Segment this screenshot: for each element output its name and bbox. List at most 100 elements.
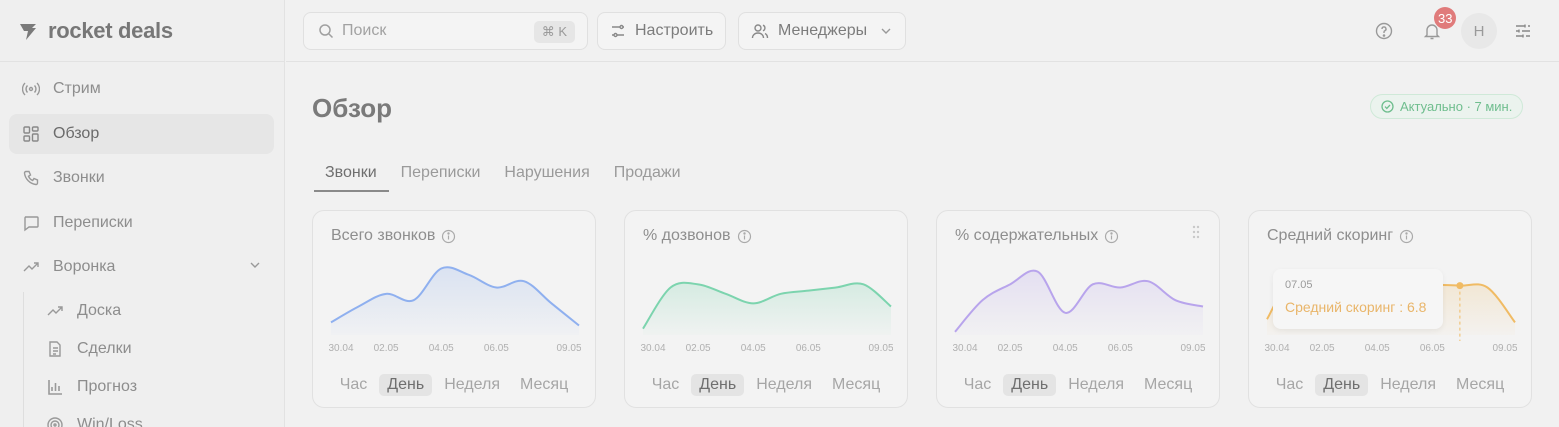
help-icon[interactable]	[1374, 21, 1394, 41]
avatar[interactable]: Н	[1461, 13, 1497, 49]
rocket-logo-icon	[20, 23, 36, 40]
series-area	[643, 282, 891, 335]
tab-sales[interactable]: Продажи	[601, 153, 694, 192]
search-icon	[318, 23, 334, 39]
card-title: % дозвонов	[643, 227, 752, 245]
metric-card-avg-scoring: Средний скоринг 30.04 02.05 04.05 06.05 09.0…	[1248, 210, 1532, 408]
sidebar-item-overview[interactable]: Обзор	[9, 113, 274, 154]
x-tick-label: 06.05	[1420, 343, 1445, 354]
x-tick-label: 02.05	[998, 343, 1023, 354]
range-month[interactable]: Месяц	[512, 374, 576, 396]
sidebar-subitem-deals[interactable]: Сделки	[24, 330, 284, 368]
range-week[interactable]: Неделя	[748, 374, 820, 396]
chat-icon	[22, 214, 40, 232]
x-tick-label: 30.04	[953, 343, 978, 354]
range-month[interactable]: Месяц	[1136, 374, 1200, 396]
chart-tooltip: 07.05 Средний скоринг : 6.8	[1273, 269, 1443, 329]
logo[interactable]: rocket deals	[0, 0, 284, 62]
document-icon	[46, 340, 64, 358]
card-title-text: % дозвонов	[643, 227, 731, 244]
tab-chats[interactable]: Переписки	[388, 153, 494, 192]
managers-label: Менеджеры	[778, 22, 868, 39]
bar-chart-icon	[46, 378, 64, 396]
sidebar-subitem-winloss[interactable]: Win/Loss	[24, 406, 284, 427]
drag-handle-icon[interactable]	[1191, 225, 1201, 239]
range-week[interactable]: Неделя	[1060, 374, 1132, 396]
x-tick-label: 02.05	[686, 343, 711, 354]
trend-icon	[46, 302, 64, 320]
sidebar-subitem-board[interactable]: Доска	[24, 292, 284, 330]
sidebar-item-chats[interactable]: Переписки	[9, 203, 274, 243]
brand-name: rocket deals	[48, 17, 173, 43]
x-tick-label: 04.05	[741, 343, 766, 354]
range-week[interactable]: Неделя	[1372, 374, 1444, 396]
info-icon[interactable]	[737, 229, 752, 244]
range-month[interactable]: Месяц	[824, 374, 888, 396]
tabs: Звонки Переписки Нарушения Продажи	[312, 153, 692, 192]
range-hour[interactable]: Час	[644, 374, 688, 396]
range-selector: Час День Неделя Месяц	[937, 374, 1219, 396]
sidebar-item-label: Стрим	[53, 80, 101, 97]
sidebar-subitem-label: Сделки	[77, 339, 132, 357]
metric-card-connect-rate: % дозвонов 30.04 02.05 04.05 06.05 09.05 Час…	[624, 210, 908, 408]
x-tick-label: 30.04	[1265, 343, 1290, 354]
x-tick-label: 04.05	[1053, 343, 1078, 354]
tooltip-date: 07.05	[1285, 279, 1313, 291]
range-day[interactable]: День	[1315, 374, 1369, 396]
card-title-text: Всего звонков	[331, 227, 436, 244]
sidebar-item-funnel[interactable]: Воронка	[9, 247, 274, 287]
metric-card-total-calls: Всего звонков 30.04 02.05 04.05 06.05 09.05 …	[312, 210, 596, 408]
info-icon[interactable]	[1104, 229, 1119, 244]
sidebar-item-calls[interactable]: Звонки	[9, 158, 274, 198]
status-text: Актуально · 7 мин.	[1400, 99, 1513, 114]
sidebar-subitem-forecast[interactable]: Прогноз	[24, 368, 284, 406]
customize-label: Настроить	[635, 22, 714, 39]
range-day[interactable]: День	[691, 374, 745, 396]
range-hour[interactable]: Час	[1268, 374, 1312, 396]
info-icon[interactable]	[1399, 229, 1414, 244]
series-area	[955, 270, 1203, 335]
x-tick-label: 09.05	[868, 343, 893, 354]
sidebar-item-stream[interactable]: Стрим	[9, 69, 274, 109]
search-input[interactable]	[342, 22, 512, 40]
search-box[interactable]: ⌘ K	[303, 12, 588, 50]
info-icon[interactable]	[441, 229, 456, 244]
range-hour[interactable]: Час	[956, 374, 1000, 396]
chevron-down-icon	[879, 24, 893, 38]
chevron-down-icon[interactable]	[248, 258, 262, 277]
card-title: Всего звонков	[331, 227, 456, 245]
managers-dropdown[interactable]: Менеджеры	[738, 12, 907, 50]
phone-icon	[22, 169, 40, 187]
settings-sliders-icon[interactable]	[1513, 21, 1533, 41]
sidebar-subitem-label: Прогноз	[77, 377, 138, 395]
x-tick-label: 30.04	[641, 343, 666, 354]
tab-violations[interactable]: Нарушения	[491, 153, 602, 192]
metric-card-meaningful-rate: % содержательных 30.04 02.05 04.05 06.05 09.…	[936, 210, 1220, 408]
funnel-subnav: Доска Сделки Прогноз Win/Loss	[23, 291, 284, 427]
tab-calls[interactable]: Звонки	[312, 153, 390, 192]
range-selector: Час День Неделя Месяц	[625, 374, 907, 396]
range-week[interactable]: Неделя	[436, 374, 508, 396]
sliders-icon	[610, 23, 626, 39]
tooltip-value: Средний скоринг : 6.8	[1285, 299, 1427, 315]
range-month[interactable]: Месяц	[1448, 374, 1512, 396]
card-title-text: % содержательных	[955, 227, 1099, 244]
range-hour[interactable]: Час	[332, 374, 376, 396]
x-tick-label: 09.05	[556, 343, 581, 354]
range-day[interactable]: День	[379, 374, 433, 396]
card-title-text: Средний скоринг	[1267, 227, 1394, 244]
dashboard-icon	[22, 125, 40, 143]
page-title: Обзор	[312, 93, 392, 123]
range-selector: Час День Неделя Месяц	[1249, 374, 1531, 396]
x-tick-label: 09.05	[1492, 343, 1517, 354]
target-icon	[46, 416, 64, 427]
x-tick-label: 02.05	[1310, 343, 1335, 354]
customize-button[interactable]: Настроить	[597, 12, 727, 50]
sidebar-item-label: Обзор	[53, 124, 100, 142]
search-shortcut: ⌘ K	[533, 21, 575, 43]
x-tick-label: 06.05	[796, 343, 821, 354]
trend-icon	[22, 258, 40, 276]
users-icon	[751, 23, 769, 39]
area-chart: 30.04 02.05 04.05 06.05 09.05	[641, 281, 893, 354]
range-day[interactable]: День	[1003, 374, 1057, 396]
